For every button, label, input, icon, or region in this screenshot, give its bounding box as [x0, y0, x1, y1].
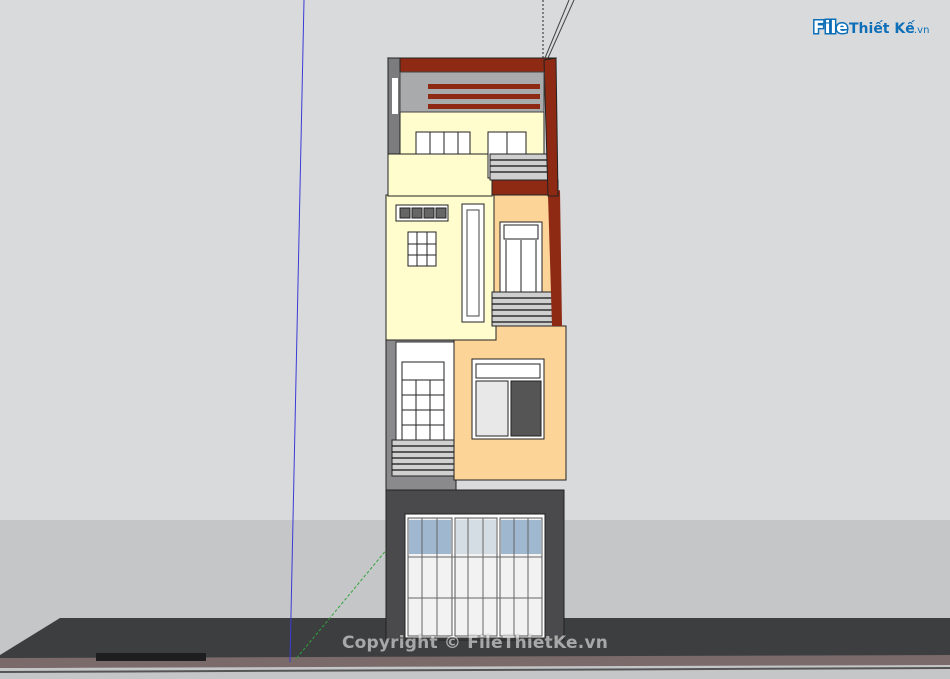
facade-window[interactable]: [471, 358, 545, 440]
folding-door[interactable]: [404, 513, 546, 639]
logo-file-text: File: [813, 18, 848, 38]
model-canvas[interactable]: [0, 0, 950, 679]
facade-window[interactable]: [401, 361, 445, 441]
balcony-railing[interactable]: [391, 439, 457, 477]
logo-domain-text: .vn: [914, 25, 929, 36]
copyright-watermark: Copyright © FileThietKe.vn: [341, 633, 609, 653]
facade-window[interactable]: [499, 221, 543, 303]
filethietke-logo: File Thiết Kế .vn: [812, 17, 929, 40]
balcony-railing[interactable]: [491, 291, 559, 327]
townhouse-model[interactable]: [385, 57, 567, 641]
balcony-railing[interactable]: [489, 153, 553, 181]
facade-window[interactable]: [407, 231, 437, 267]
street-grate: [96, 653, 206, 661]
top-floor-parapet: [387, 151, 493, 197]
sketchup-viewport[interactable]: File Thiết Kế .vn Copyright © FileThietK…: [0, 0, 950, 679]
facade-window[interactable]: [415, 131, 471, 155]
logo-brand-text: Thiết Kế: [849, 20, 915, 37]
